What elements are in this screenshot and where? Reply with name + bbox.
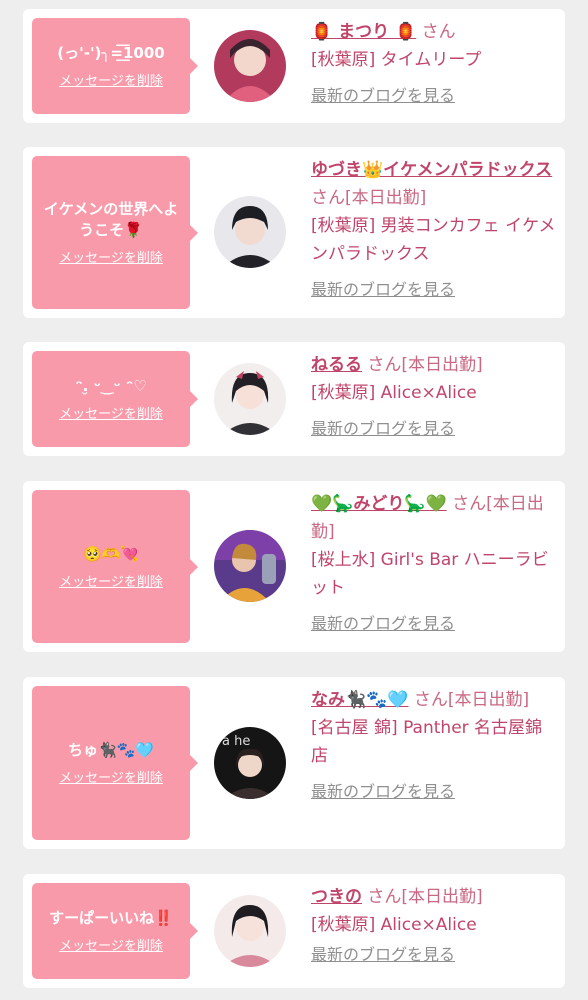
delete-message-link[interactable]: メッセージを削除 [59, 935, 163, 954]
girl-name-link[interactable]: なみ🐈‍⬛🐾🩵 [311, 690, 409, 710]
latest-blog-link[interactable]: 最新のブログを見る [311, 84, 455, 108]
honorific: さん [367, 887, 402, 907]
name-line: 🏮 まつり 🏮 さん [311, 18, 559, 46]
work-status: [本日出勤] [401, 355, 483, 375]
girl-name-link[interactable]: ねるる [311, 355, 362, 375]
message-card: 🥺🫶💘 メッセージを削除 💚🦕みどり🦕💚 さん[本日出勤] [桜上水] Girl… [23, 481, 565, 652]
message-text: イケメンの世界へようこそ🌹 [43, 200, 179, 239]
message-card: ちゅ🐈‍⬛🐾🩵 メッセージを削除 a he なみ🐈‍⬛🐾🩵 さん[本日出勤] [… [23, 677, 565, 849]
name-line: 💚🦕みどり🦕💚 さん[本日出勤] [311, 490, 559, 546]
work-status: [本日出勤] [401, 887, 483, 907]
avatar[interactable] [214, 895, 286, 967]
message-card: (っ'-')╮=͟͟͞͞1000 メッセージを削除 🏮 まつり 🏮 さん [秋葉… [23, 9, 565, 123]
delete-message-link[interactable]: メッセージを削除 [59, 767, 163, 786]
message-bubble: 🥺🫶💘 メッセージを削除 [32, 490, 198, 643]
message-card: ᵔ.̮ ᵕ‿ᵕ ᵔ♡ メッセージを削除 ねるる さん[本日出勤] [秋葉原] A… [23, 342, 565, 456]
svg-text:a he: a he [222, 734, 250, 749]
latest-blog-link[interactable]: 最新のブログを見る [311, 612, 455, 636]
shop-label: [名古屋 錦] Panther 名古屋錦店 [311, 718, 543, 766]
shop-label: [秋葉原] Alice×Alice [311, 383, 477, 403]
girl-info: ねるる さん[本日出勤] [秋葉原] Alice×Alice 最新のブログを見る [311, 351, 559, 441]
delete-message-link[interactable]: メッセージを削除 [59, 571, 163, 590]
avatar[interactable] [214, 196, 286, 268]
message-text: ᵔ.̮ ᵕ‿ᵕ ᵔ♡ [75, 377, 147, 395]
latest-blog-link[interactable]: 最新のブログを見る [311, 417, 455, 441]
message-bubble: すーぱーいいね‼️ メッセージを削除 [32, 883, 198, 979]
work-status: [本日出勤] [447, 690, 530, 710]
honorific: さん [421, 22, 456, 42]
girl-info: ゆづき👑イケメンパラドックス さん[本日出勤] [秋葉原] 男装コンカフェ イケ… [311, 156, 559, 302]
message-card: イケメンの世界へようこそ🌹 メッセージを削除 ゆづき👑イケメンパラドックス さん… [23, 147, 565, 318]
avatar[interactable] [214, 30, 286, 102]
honorific: さん [367, 355, 402, 375]
shop-label: [秋葉原] Alice×Alice [311, 915, 477, 935]
girl-info: つきの さん[本日出勤] [秋葉原] Alice×Alice 最新のブログを見る [311, 883, 559, 967]
work-status: [本日出勤] [345, 188, 427, 208]
avatar[interactable]: a he [214, 727, 286, 799]
message-bubble: イケメンの世界へようこそ🌹 メッセージを削除 [32, 156, 198, 309]
message-text: (っ'-')╮=͟͟͞͞1000 [57, 44, 165, 62]
message-text: すーぱーいいね‼️ [49, 909, 173, 927]
message-bubble: ᵔ.̮ ᵕ‿ᵕ ᵔ♡ メッセージを削除 [32, 351, 198, 447]
avatar[interactable] [214, 363, 286, 435]
delete-message-link[interactable]: メッセージを削除 [59, 247, 163, 266]
girl-name-link[interactable]: つきの [311, 887, 362, 907]
message-text: 🥺🫶💘 [82, 544, 140, 563]
girl-info: 🏮 まつり 🏮 さん [秋葉原] タイムリープ 最新のブログを見る [311, 18, 559, 108]
latest-blog-link[interactable]: 最新のブログを見る [311, 278, 455, 302]
shop-label: [桜上水] Girl's Bar ハニーラビット [311, 550, 549, 598]
name-line: つきの さん[本日出勤] [311, 883, 559, 911]
girl-name-link[interactable]: ゆづき👑イケメンパラドックス [311, 160, 552, 180]
message-text: ちゅ🐈‍⬛🐾🩵 [67, 741, 155, 759]
latest-blog-link[interactable]: 最新のブログを見る [311, 780, 455, 804]
message-card: すーぱーいいね‼️ メッセージを削除 つきの さん[本日出勤] [秋葉原] Al… [23, 874, 565, 988]
message-bubble: (っ'-')╮=͟͟͞͞1000 メッセージを削除 [32, 18, 198, 114]
message-bubble: ちゅ🐈‍⬛🐾🩵 メッセージを削除 [32, 686, 198, 840]
honorific: さん [413, 690, 448, 710]
name-line: なみ🐈‍⬛🐾🩵 さん[本日出勤] [311, 686, 559, 714]
girl-name-link[interactable]: 💚🦕みどり🦕💚 [311, 494, 447, 514]
honorific: さん [311, 188, 345, 208]
name-line: ねるる さん[本日出勤] [311, 351, 559, 379]
avatar[interactable] [214, 530, 286, 602]
latest-blog-link[interactable]: 最新のブログを見る [311, 943, 455, 967]
name-line: ゆづき👑イケメンパラドックス さん[本日出勤] [311, 156, 559, 212]
delete-message-link[interactable]: メッセージを削除 [59, 403, 163, 422]
girl-info: なみ🐈‍⬛🐾🩵 さん[本日出勤] [名古屋 錦] Panther 名古屋錦店 最… [311, 686, 559, 804]
honorific: さん [452, 494, 487, 514]
girl-name-link[interactable]: 🏮 まつり 🏮 [311, 22, 416, 42]
shop-label: [秋葉原] タイムリープ [311, 50, 482, 70]
shop-label: [秋葉原] 男装コンカフェ イケメンパラドックス [311, 216, 556, 264]
delete-message-link[interactable]: メッセージを削除 [59, 70, 163, 89]
girl-info: 💚🦕みどり🦕💚 さん[本日出勤] [桜上水] Girl's Bar ハニーラビッ… [311, 490, 559, 636]
